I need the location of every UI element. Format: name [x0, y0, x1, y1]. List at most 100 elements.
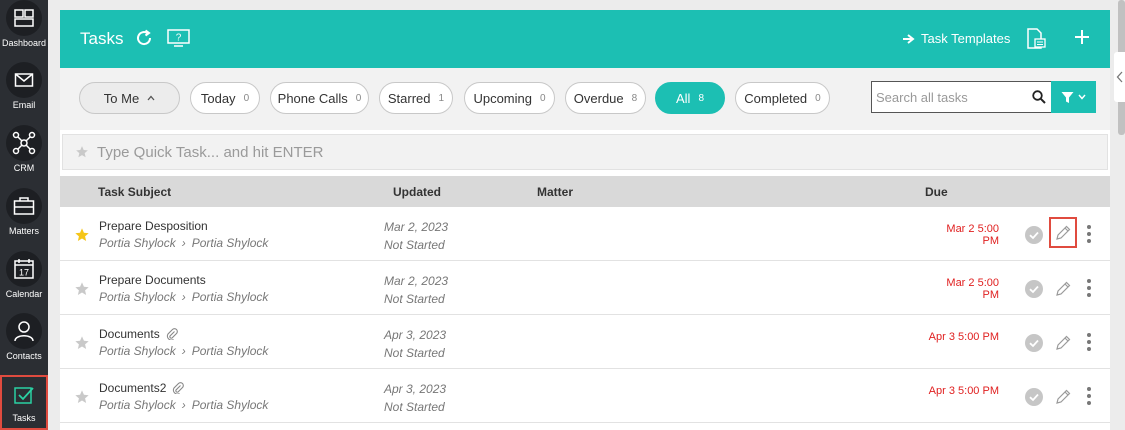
filter-chip-upcoming[interactable]: Upcoming 0: [464, 82, 555, 114]
star-icon[interactable]: [74, 389, 90, 405]
filter-chip-overdue[interactable]: Overdue 8: [565, 82, 646, 114]
quick-task-bar: [62, 134, 1108, 170]
chip-label: Today: [200, 90, 236, 106]
chip-label: Phone Calls: [277, 90, 348, 106]
chip-label: Starred: [387, 90, 431, 106]
collapse-panel-tab[interactable]: [1114, 52, 1125, 102]
nav-label-email: Email: [12, 100, 36, 110]
edit-pencil-icon[interactable]: [1052, 386, 1074, 408]
task-assignment: Portia Shylock › Portia Shylock: [99, 290, 268, 304]
chevron-down-icon: [1078, 94, 1086, 100]
filter-chip-today[interactable]: Today 0: [190, 82, 260, 114]
column-header-matter[interactable]: Matter: [537, 185, 573, 199]
filter-chip-completed[interactable]: Completed 0: [735, 82, 830, 114]
calendar-icon: 17: [6, 251, 42, 287]
updated-cell: Mar 2, 2023 Not Started: [384, 272, 448, 308]
column-header-due[interactable]: Due: [925, 185, 948, 199]
chevron-right-icon: ›: [181, 344, 186, 358]
briefcase-icon: [6, 188, 42, 224]
assigned-to: Portia Shylock: [191, 344, 269, 358]
chip-count: 0: [815, 92, 821, 104]
task-subject[interactable]: Prepare Desposition: [99, 219, 208, 233]
svg-text:?: ?: [176, 33, 182, 44]
task-assignment: Portia Shylock › Portia Shylock: [99, 344, 268, 358]
chip-label: Completed: [744, 90, 808, 106]
search-icon[interactable]: [1032, 90, 1046, 104]
chevron-left-icon: [1116, 71, 1123, 83]
paperclip-icon: [166, 328, 178, 340]
tasks-panel: Tasks ? Task Templates To Me Today 0 Phon…: [60, 10, 1110, 430]
table-row[interactable]: Prepare Desposition Portia Shylock › Porti…: [60, 207, 1110, 261]
table-row[interactable]: Prepare Documents Portia Shylock › Portia …: [60, 261, 1110, 315]
arrow-right-icon: [903, 33, 915, 44]
column-header-updated[interactable]: Updated: [393, 185, 441, 199]
updated-cell: Apr 3, 2023 Not Started: [384, 380, 446, 416]
chevron-right-icon: ›: [181, 398, 186, 412]
chip-count: 0: [355, 92, 362, 104]
search-input[interactable]: [876, 83, 1026, 111]
document-template-icon[interactable]: [1025, 28, 1047, 50]
task-subject[interactable]: Documents2: [99, 381, 185, 395]
due-date: Apr 3 5:00 PM: [928, 385, 999, 397]
complete-check-icon[interactable]: [1025, 226, 1043, 244]
more-options-icon[interactable]: [1086, 225, 1092, 243]
filter-chip-phone-calls[interactable]: Phone Calls 0: [270, 82, 369, 114]
table-row[interactable]: Documents2 Portia Shylock › Portia Shylock…: [60, 369, 1110, 423]
refresh-icon[interactable]: [135, 29, 153, 47]
chip-count: 8: [698, 92, 704, 104]
nav-item-email[interactable]: Email: [0, 62, 48, 124]
more-options-icon[interactable]: [1086, 279, 1092, 297]
updated-date: Apr 3, 2023: [384, 382, 447, 396]
task-subject-text: Documents2: [99, 381, 167, 395]
task-status: Not Started: [384, 400, 445, 414]
assigned-by: Portia Shylock: [99, 344, 176, 358]
task-subject[interactable]: Prepare Documents: [99, 273, 206, 287]
quick-task-input[interactable]: [97, 143, 997, 161]
task-subject[interactable]: Documents: [99, 327, 178, 341]
complete-check-icon[interactable]: [1025, 388, 1043, 406]
to-me-dropdown[interactable]: To Me: [79, 82, 180, 114]
complete-check-icon[interactable]: [1025, 334, 1043, 352]
nav-item-matters[interactable]: Matters: [0, 188, 48, 250]
complete-check-icon[interactable]: [1025, 280, 1043, 298]
updated-date: Mar 2, 2023: [384, 274, 449, 288]
nav-item-crm[interactable]: CRM: [0, 125, 48, 187]
due-date: Mar 2 5:00 PM: [946, 277, 999, 301]
assigned-by: Portia Shylock: [99, 236, 176, 250]
assigned-by: Portia Shylock: [99, 290, 176, 304]
nav-item-calendar[interactable]: 17 Calendar: [0, 251, 48, 313]
filter-dropdown-button[interactable]: [1051, 81, 1096, 113]
chip-count: 0: [243, 92, 250, 104]
to-me-label: To Me: [103, 90, 140, 106]
star-icon[interactable]: [74, 281, 90, 297]
filter-chip-all[interactable]: All 8: [655, 82, 725, 114]
chip-count: 0: [539, 92, 546, 104]
add-task-icon[interactable]: [1072, 27, 1092, 47]
edit-pencil-icon[interactable]: [1052, 278, 1074, 300]
column-header-subject[interactable]: Task Subject: [98, 185, 171, 199]
funnel-icon: [1061, 91, 1074, 103]
nav-item-dashboard[interactable]: Dashboard: [0, 0, 48, 62]
more-options-icon[interactable]: [1086, 387, 1092, 405]
nav-item-tasks[interactable]: Tasks: [0, 375, 48, 430]
filter-chip-starred[interactable]: Starred 1: [379, 82, 453, 114]
nav-label-crm: CRM: [13, 163, 35, 173]
table-row[interactable]: Documents Portia Shylock › Portia Shylock …: [60, 315, 1110, 369]
chevron-right-icon: ›: [181, 290, 186, 304]
edit-pencil-icon[interactable]: [1052, 332, 1074, 354]
nav-label-dashboard: Dashboard: [1, 38, 47, 48]
assigned-to: Portia Shylock: [191, 398, 269, 412]
paperclip-icon: [173, 382, 185, 394]
help-screen-icon[interactable]: ?: [167, 29, 190, 47]
contacts-icon: [6, 313, 42, 349]
star-icon[interactable]: [74, 227, 90, 243]
table-header: Task Subject Updated Matter Due: [60, 176, 1110, 207]
nav-item-contacts[interactable]: Contacts: [0, 313, 48, 375]
task-subject-text: Prepare Documents: [99, 273, 206, 287]
updated-cell: Apr 3, 2023 Not Started: [384, 326, 446, 362]
star-icon[interactable]: [74, 335, 90, 351]
task-templates-link[interactable]: Task Templates: [903, 31, 1010, 46]
task-templates-label: Task Templates: [921, 31, 1011, 46]
edit-pencil-icon[interactable]: [1049, 217, 1077, 248]
more-options-icon[interactable]: [1086, 333, 1092, 351]
